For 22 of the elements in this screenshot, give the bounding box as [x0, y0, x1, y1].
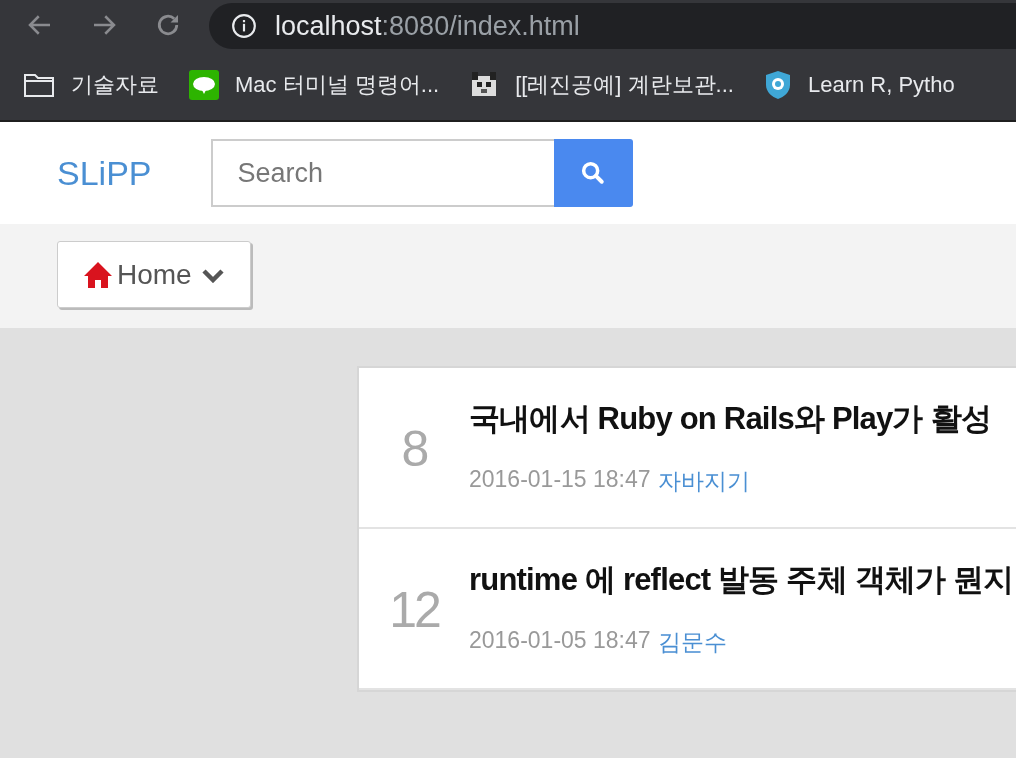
bookmark-item[interactable]: 기술자료	[23, 70, 159, 100]
url-text: localhost:8080/index.html	[275, 10, 580, 42]
home-icon	[83, 260, 113, 289]
search-field[interactable]: Search	[210, 139, 554, 207]
post-title[interactable]: 국내에서 Ruby on Rails와 Play가 활성	[469, 398, 991, 440]
folder-icon[interactable]	[23, 72, 55, 98]
post-date: 2016-01-15 18:47	[469, 466, 651, 494]
post-title[interactable]: runtime 에 reflect 발동 주체 객체가 뭔지	[469, 559, 1014, 601]
answer-count: 8	[400, 420, 428, 479]
search-icon[interactable]	[579, 159, 607, 187]
bookmark-item[interactable]: Learn R, Pytho	[763, 70, 955, 100]
search-button[interactable]	[553, 139, 633, 207]
home-button[interactable]: Home	[57, 241, 251, 308]
shield-icon[interactable]	[763, 70, 792, 100]
post-date: 2016-01-05 18:47	[469, 627, 651, 655]
bookmark-item[interactable]: Mac 터미널 명령어...	[189, 70, 440, 100]
bookmark-item[interactable]: [[레진공예] 계란보관...	[469, 70, 734, 100]
chevron-down-icon	[201, 266, 224, 283]
answer-count: 12	[388, 581, 441, 640]
address-bar[interactable]: localhost:8080/index.html	[209, 3, 1016, 49]
info-icon	[231, 13, 257, 39]
blog-icon[interactable]	[189, 70, 219, 100]
